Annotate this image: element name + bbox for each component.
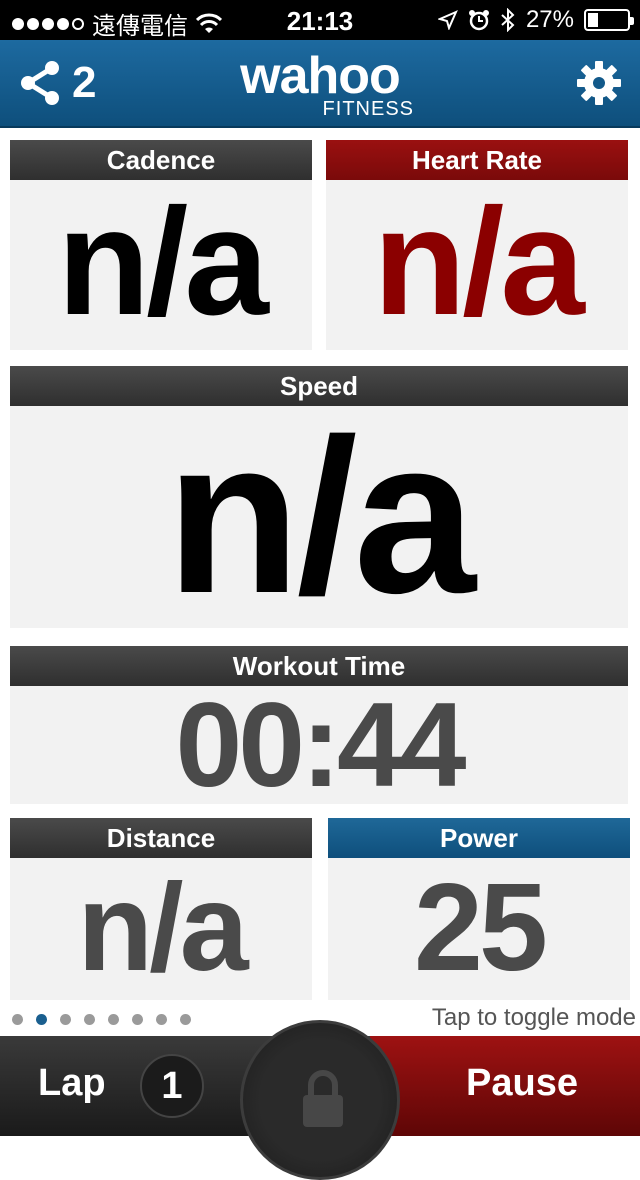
power-tile[interactable]: Power 25 (328, 818, 630, 1000)
page-dot[interactable] (84, 1014, 95, 1025)
pause-label: Pause (466, 1062, 578, 1104)
heart-rate-value: n/a (373, 177, 585, 347)
share-count: 2 (72, 58, 97, 107)
gear-icon (577, 61, 621, 105)
bluetooth-icon (501, 8, 515, 32)
nav-bar: 2 wahoo FITNESS (0, 40, 640, 128)
share-button[interactable]: 2 (18, 58, 96, 108)
heart-rate-tile[interactable]: Heart Rate n/a (326, 140, 628, 350)
speed-tile[interactable]: Speed n/a (10, 366, 628, 628)
workout-time-tile[interactable]: Workout Time 00:44 (10, 646, 628, 812)
logo-brand: wahoo (240, 47, 401, 105)
toggle-mode-hint: Tap to toggle mode (431, 1004, 636, 1031)
workout-time-value: 00:44 (175, 678, 467, 812)
lock-icon (303, 1070, 343, 1127)
distance-label: Distance (10, 818, 312, 858)
settings-button[interactable] (576, 60, 622, 111)
page-dot[interactable] (36, 1014, 47, 1025)
battery-percent: 27% (525, 6, 574, 33)
distance-tile[interactable]: Distance n/a (10, 818, 312, 1000)
cadence-value: n/a (57, 177, 269, 347)
page-dot[interactable] (108, 1014, 119, 1025)
page-dot[interactable] (132, 1014, 143, 1025)
cadence-tile[interactable]: Cadence n/a (10, 140, 312, 350)
cadence-label: Cadence (10, 140, 312, 180)
speed-value: n/a (166, 393, 476, 639)
share-icon (21, 61, 59, 105)
power-value: 25 (414, 859, 548, 997)
page-dot[interactable] (180, 1014, 191, 1025)
page-dot[interactable] (156, 1014, 167, 1025)
lap-count-badge: 1 (140, 1054, 204, 1118)
bottom-bar: Lap 1 Pause (0, 1020, 640, 1180)
heart-rate-label: Heart Rate (326, 140, 628, 180)
status-bar: 遠傳電信 21:13 27% (0, 0, 640, 40)
lap-button[interactable]: Lap (38, 1062, 106, 1105)
alarm-icon (468, 10, 489, 31)
status-right: 27% (437, 6, 634, 34)
page-dot[interactable] (12, 1014, 23, 1025)
location-arrow-icon (437, 10, 458, 30)
lock-button[interactable] (240, 1020, 400, 1180)
battery-icon (584, 9, 634, 31)
wahoo-logo: wahoo FITNESS (220, 50, 420, 121)
page-indicator[interactable] (12, 1014, 191, 1025)
distance-value: n/a (77, 859, 248, 997)
page-dot[interactable] (60, 1014, 71, 1025)
power-label: Power (328, 818, 630, 858)
